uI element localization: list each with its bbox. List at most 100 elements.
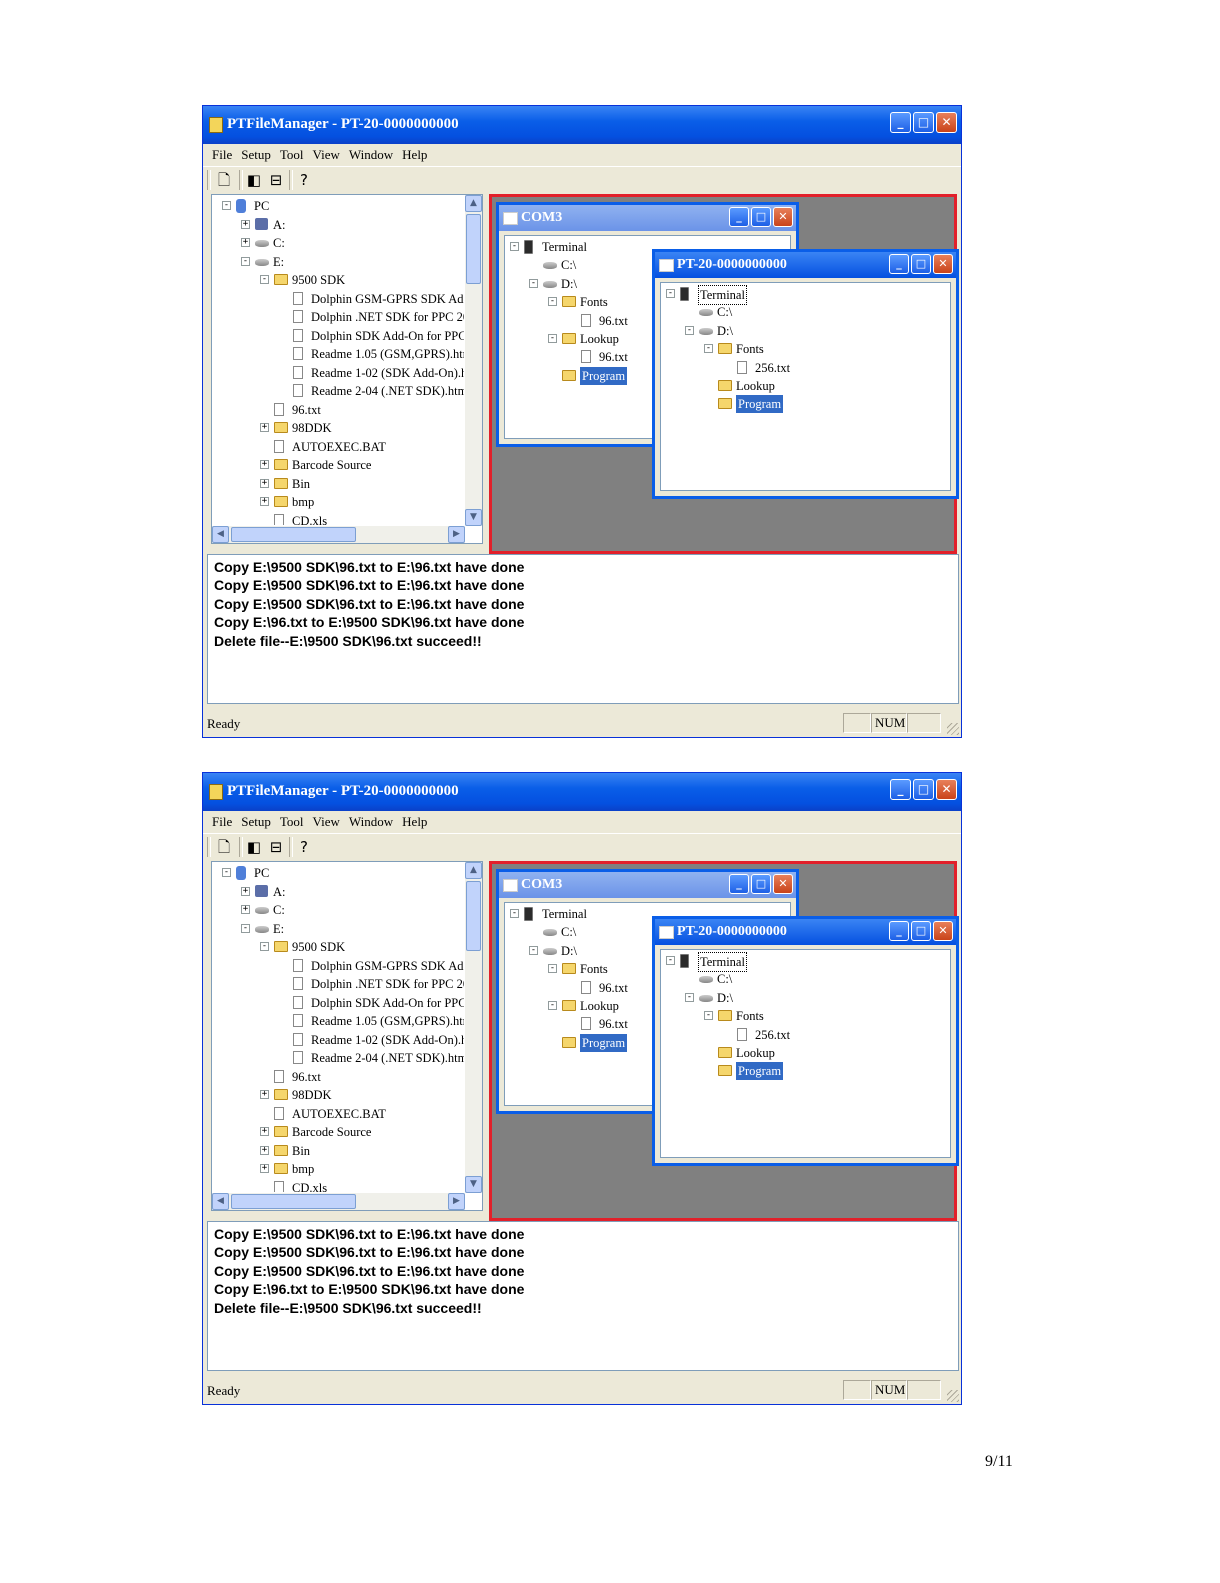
- collapse-icon[interactable]: -: [222, 868, 231, 877]
- split-view-icon[interactable]: ◧: [243, 169, 265, 191]
- scroll-right-button[interactable]: ▶: [448, 526, 465, 543]
- menu-file[interactable]: File: [212, 147, 232, 163]
- app-title-bar[interactable]: PTFileManager - PT-20-0000000000 _ □ ✕: [203, 106, 961, 144]
- pt20-window[interactable]: PT-20-0000000000 _ □ ✕ - Terminal C:\ - D:\ -…: [652, 249, 959, 499]
- pt20-title-bar[interactable]: PT-20-0000000000 _ □ ✕: [655, 919, 956, 945]
- expand-icon[interactable]: +: [260, 1090, 269, 1099]
- maximize-button[interactable]: □: [911, 254, 931, 274]
- close-button[interactable]: ✕: [773, 207, 793, 227]
- scroll-up-button[interactable]: ▲: [465, 862, 482, 879]
- minimize-button[interactable]: _: [890, 779, 911, 800]
- collapse-icon[interactable]: -: [548, 1001, 557, 1010]
- expand-icon[interactable]: +: [260, 1145, 269, 1155]
- collapse-icon[interactable]: -: [260, 942, 269, 951]
- mdi-workspace[interactable]: COM3 _ □ ✕ - Terminal C:\ - D:\ - Fonts 96.txt -…: [489, 194, 959, 554]
- menu-window[interactable]: Window: [349, 147, 393, 163]
- scroll-left-button[interactable]: ◀: [212, 526, 229, 543]
- pt20-tree[interactable]: - Terminal C:\ - D:\ - Fonts 256.txt Lookup Progr…: [660, 282, 951, 491]
- menu-tool[interactable]: Tool: [280, 147, 304, 163]
- close-button[interactable]: ✕: [936, 112, 957, 133]
- minimize-button[interactable]: _: [890, 112, 911, 133]
- expand-icon[interactable]: +: [260, 478, 269, 488]
- menu-help[interactable]: Help: [402, 814, 427, 830]
- expand-icon[interactable]: +: [260, 1164, 269, 1173]
- vertical-scrollbar[interactable]: ▲ ▼: [465, 195, 482, 526]
- maximize-button[interactable]: □: [913, 112, 934, 133]
- stacked-view-icon[interactable]: ⊟: [265, 169, 287, 191]
- expand-icon[interactable]: +: [241, 905, 250, 914]
- resize-grip[interactable]: [947, 723, 959, 735]
- collapse-icon[interactable]: -: [241, 923, 250, 933]
- collapse-icon[interactable]: -: [685, 325, 694, 335]
- log-pane[interactable]: Copy E:\9500 SDK\96.txt to E:\96.txt hav…: [207, 1221, 959, 1371]
- menu-help[interactable]: Help: [402, 147, 427, 163]
- collapse-icon[interactable]: -: [666, 289, 675, 298]
- help-icon[interactable]: ?: [293, 836, 315, 858]
- mdi-workspace[interactable]: COM3 _ □ ✕ - Terminal C:\ - D:\ - Fonts 96.txt -…: [489, 861, 959, 1221]
- pt20-title-bar[interactable]: PT-20-0000000000 _ □ ✕: [655, 252, 956, 278]
- horizontal-scrollbar[interactable]: ◀ ▶: [212, 1193, 465, 1210]
- new-document-icon[interactable]: 🗋: [213, 169, 235, 191]
- scroll-right-button[interactable]: ▶: [448, 1193, 465, 1210]
- expand-icon[interactable]: +: [241, 238, 250, 247]
- collapse-icon[interactable]: -: [685, 992, 694, 1002]
- minimize-button[interactable]: _: [889, 254, 909, 274]
- expand-icon[interactable]: +: [241, 886, 250, 896]
- scroll-thumb[interactable]: [466, 881, 481, 951]
- scroll-thumb[interactable]: [231, 1194, 356, 1209]
- vertical-scrollbar[interactable]: ▲ ▼: [465, 862, 482, 1193]
- maximize-button[interactable]: □: [751, 207, 771, 227]
- collapse-icon[interactable]: -: [222, 201, 231, 210]
- collapse-icon[interactable]: -: [510, 909, 519, 918]
- menu-tool[interactable]: Tool: [280, 814, 304, 830]
- pc-tree-pane[interactable]: - PC + A: + C: - E: -9500 SDK Dolphin GSM-GPRS SD…: [211, 861, 483, 1211]
- collapse-icon[interactable]: -: [260, 275, 269, 284]
- scroll-down-button[interactable]: ▼: [465, 509, 482, 526]
- app-window-1[interactable]: PTFileManager - PT-20-0000000000 _ □ ✕ F…: [202, 105, 962, 738]
- minimize-button[interactable]: _: [889, 921, 909, 941]
- collapse-icon[interactable]: -: [529, 945, 538, 955]
- expand-icon[interactable]: +: [260, 1127, 269, 1136]
- close-button[interactable]: ✕: [773, 874, 793, 894]
- new-document-icon[interactable]: 🗋: [213, 836, 235, 858]
- maximize-button[interactable]: □: [911, 921, 931, 941]
- horizontal-scrollbar[interactable]: ◀ ▶: [212, 526, 465, 543]
- help-icon[interactable]: ?: [293, 169, 315, 191]
- close-button[interactable]: ✕: [933, 254, 953, 274]
- expand-icon[interactable]: +: [260, 497, 269, 506]
- log-pane[interactable]: Copy E:\9500 SDK\96.txt to E:\96.txt hav…: [207, 554, 959, 704]
- menu-file[interactable]: File: [212, 814, 232, 830]
- collapse-icon[interactable]: -: [548, 297, 557, 307]
- resize-grip[interactable]: [947, 1390, 959, 1402]
- pt20-window[interactable]: PT-20-0000000000 _ □ ✕ - Terminal C:\ - D:\ -…: [652, 916, 959, 1166]
- pt20-tree[interactable]: - Terminal C:\ - D:\ - Fonts 256.txt Lookup Progr…: [660, 949, 951, 1158]
- expand-icon[interactable]: +: [260, 423, 269, 432]
- split-view-icon[interactable]: ◧: [243, 836, 265, 858]
- maximize-button[interactable]: □: [751, 874, 771, 894]
- expand-icon[interactable]: +: [260, 460, 269, 469]
- collapse-icon[interactable]: -: [510, 242, 519, 251]
- close-button[interactable]: ✕: [936, 779, 957, 800]
- collapse-icon[interactable]: -: [241, 256, 250, 266]
- minimize-button[interactable]: _: [729, 874, 749, 894]
- collapse-icon[interactable]: -: [666, 956, 675, 965]
- menu-view[interactable]: View: [313, 814, 340, 830]
- collapse-icon[interactable]: -: [548, 964, 557, 974]
- menu-window[interactable]: Window: [349, 814, 393, 830]
- scroll-thumb[interactable]: [231, 527, 356, 542]
- pc-tree-pane[interactable]: - PC + A: + C: - E: -9500 SDK Dolphin GSM-GPRS SD…: [211, 194, 483, 544]
- app-window-2[interactable]: PTFileManager - PT-20-0000000000 _ □ ✕ F…: [202, 772, 962, 1405]
- collapse-icon[interactable]: -: [529, 278, 538, 288]
- menu-setup[interactable]: Setup: [241, 814, 271, 830]
- scroll-down-button[interactable]: ▼: [465, 1176, 482, 1193]
- close-button[interactable]: ✕: [933, 921, 953, 941]
- collapse-icon[interactable]: -: [704, 344, 713, 354]
- collapse-icon[interactable]: -: [704, 1011, 713, 1021]
- com3-title-bar[interactable]: COM3 _ □ ✕: [499, 872, 796, 898]
- minimize-button[interactable]: _: [729, 207, 749, 227]
- scroll-left-button[interactable]: ◀: [212, 1193, 229, 1210]
- menu-view[interactable]: View: [313, 147, 340, 163]
- menu-setup[interactable]: Setup: [241, 147, 271, 163]
- collapse-icon[interactable]: -: [548, 334, 557, 343]
- expand-icon[interactable]: +: [241, 219, 250, 229]
